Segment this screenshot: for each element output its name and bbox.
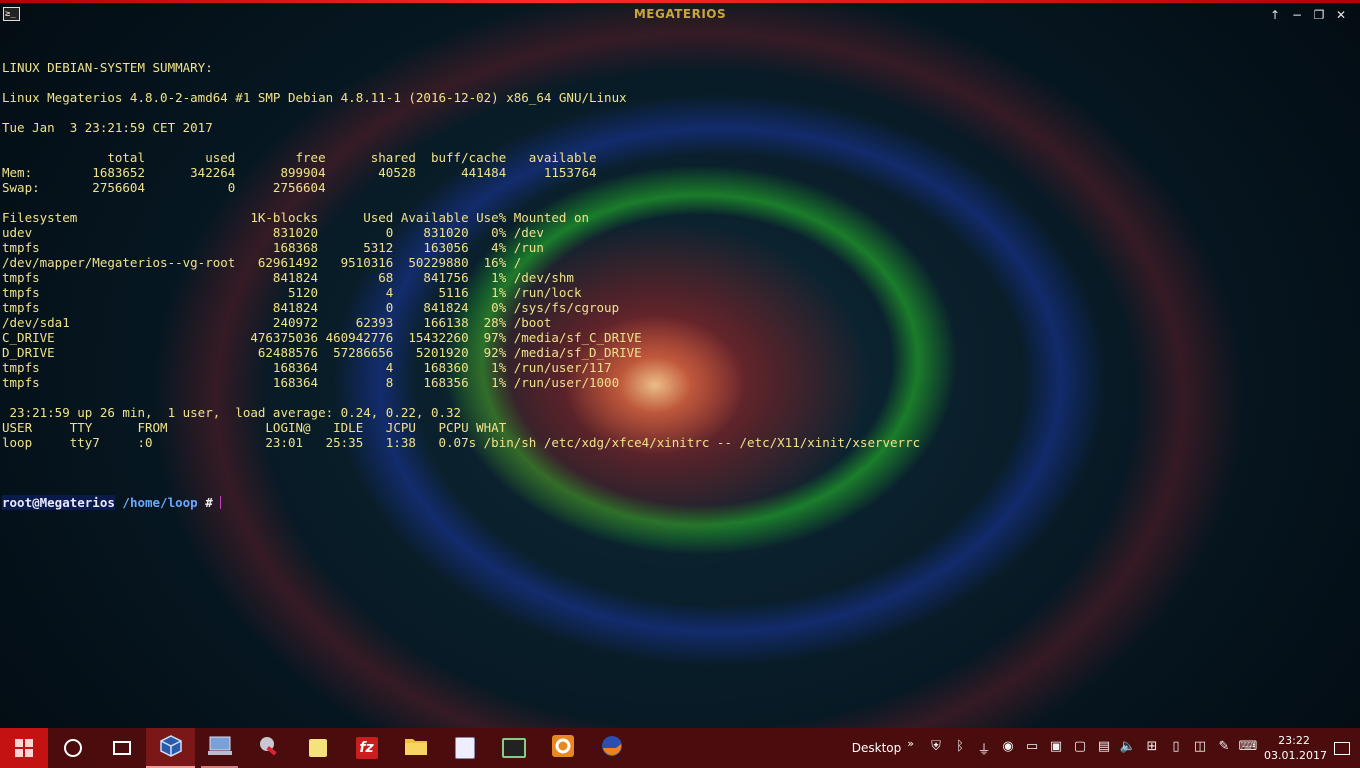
window-controls: ↑ − ❐ ✕ xyxy=(1264,6,1352,24)
action-center-button[interactable] xyxy=(1324,741,1360,755)
windows-logo-icon xyxy=(15,739,33,757)
search-ring-icon xyxy=(63,739,82,757)
usb-icon[interactable]: ⏚ xyxy=(972,739,996,758)
tools-icon xyxy=(257,734,281,762)
network-icon[interactable]: ⊞ xyxy=(1140,739,1164,758)
terminal-line: Swap: 2756604 0 2756604 xyxy=(2,180,326,195)
terminal-line: USER TTY FROM LOGIN@ IDLE JCPU PCPU WHAT xyxy=(2,420,507,435)
desktop-toolbar-label[interactable]: Desktop xyxy=(852,741,902,755)
battery-icon[interactable]: ▯ xyxy=(1164,739,1188,758)
terminal-line: LINUX DEBIAN-SYSTEM SUMMARY: xyxy=(2,60,213,75)
terminal-line: Linux Megaterios 4.8.0-2-amd64 #1 SMP De… xyxy=(2,90,627,105)
terminal-line: 23:21:59 up 26 min, 1 user, load average… xyxy=(2,405,462,420)
terminal-line: C_DRIVE 476375036 460942776 15432260 97%… xyxy=(2,330,642,345)
terminal-icon xyxy=(501,738,526,758)
taskbar-task-view[interactable] xyxy=(97,728,146,768)
computer-icon xyxy=(207,734,233,762)
prompt-symbol: # xyxy=(205,495,213,510)
security-icon[interactable]: ▤ xyxy=(1092,739,1116,758)
screen-icon[interactable]: ▢ xyxy=(1068,739,1092,758)
maximize-button[interactable]: ❐ xyxy=(1308,6,1330,24)
virtualbox-icon xyxy=(159,734,183,762)
bluetooth-icon[interactable]: ᛒ xyxy=(948,739,972,758)
taskbar-terminal-app[interactable] xyxy=(489,728,538,768)
tray-icons: ⛨ ᛒ ⏚ ◉ ▭ ▣ ▢ ▤ 🔈 ⊞ ▯ ◫ ✎ ⌨ xyxy=(924,739,1260,758)
terminal-line: D_DRIVE 62488576 57286656 5201920 92% /m… xyxy=(2,345,642,360)
task-view-icon xyxy=(112,741,131,755)
always-on-top-button[interactable]: ↑ xyxy=(1264,6,1286,24)
minimize-button[interactable]: − xyxy=(1286,6,1308,24)
folder-icon xyxy=(404,735,428,761)
taskbar-tool-app[interactable] xyxy=(244,728,293,768)
notification-icon xyxy=(1334,741,1350,755)
gear-icon xyxy=(551,734,575,762)
taskbar-firefox[interactable] xyxy=(587,728,636,768)
picture-icon xyxy=(454,737,475,759)
terminal-line: udev 831020 0 831020 0% /dev xyxy=(2,225,544,240)
taskbar-sticky-notes[interactable] xyxy=(293,728,342,768)
terminal-line: loop tty7 :0 23:01 25:35 1:38 0.07s /bin… xyxy=(2,435,921,450)
terminal-output[interactable]: LINUX DEBIAN-SYSTEM SUMMARY: Linux Megate… xyxy=(2,30,1360,525)
taskbar-file-explorer[interactable] xyxy=(391,728,440,768)
terminal-line: /dev/mapper/Megaterios--vg-root 62961492… xyxy=(2,255,522,270)
taskbar-settings-app[interactable] xyxy=(538,728,587,768)
terminal-line: tmpfs 5120 4 5116 1% /run/lock xyxy=(2,285,582,300)
wifi-icon[interactable]: ◫ xyxy=(1188,739,1212,758)
system-tray: Desktop » ⛨ ᛒ ⏚ ◉ ▭ ▣ ▢ ▤ 🔈 ⊞ ▯ ◫ ✎ ⌨ 23:22 03.01.201… xyxy=(852,728,1360,768)
firefox-icon xyxy=(600,734,624,762)
taskbar-photos[interactable] xyxy=(440,728,489,768)
terminal-line: tmpfs 168364 4 168360 1% /run/user/117 xyxy=(2,360,612,375)
keyboard-icon[interactable]: ⌨ xyxy=(1236,739,1260,758)
record-icon[interactable]: ◉ xyxy=(996,739,1020,758)
clock-time: 23:22 xyxy=(1278,734,1310,747)
terminal-line: tmpfs 841824 0 841824 0% /sys/fs/cgroup xyxy=(2,300,620,315)
terminal-prompt[interactable]: root@Megaterios /home/loop # xyxy=(2,495,1360,510)
start-button[interactable] xyxy=(0,728,48,768)
terminal-line: Filesystem 1K-blocks Used Available Use%… xyxy=(2,210,589,225)
monitor-icon[interactable]: ▭ xyxy=(1020,739,1044,758)
shield-icon[interactable]: ⛨ xyxy=(924,739,948,758)
prompt-user-host: root@Megaterios xyxy=(2,495,115,510)
taskbar-virtualbox[interactable] xyxy=(146,728,195,768)
display-icon[interactable]: ▣ xyxy=(1044,739,1068,758)
prompt-path: /home/loop xyxy=(122,495,198,510)
taskbar-cortana-search[interactable] xyxy=(48,728,97,768)
pen-icon[interactable]: ✎ xyxy=(1212,739,1236,758)
terminal-line: tmpfs 168368 5312 163056 4% /run xyxy=(2,240,544,255)
terminal-line: tmpfs 841824 68 841756 1% /dev/shm xyxy=(2,270,574,285)
sticky-note-icon xyxy=(308,739,327,757)
taskbar-apps: fz xyxy=(48,728,636,768)
volume-icon[interactable]: 🔈 xyxy=(1116,739,1140,758)
close-button[interactable]: ✕ xyxy=(1330,6,1352,24)
terminal-line: tmpfs 168364 8 168356 1% /run/user/1000 xyxy=(2,375,620,390)
clock-date: 03.01.2017 xyxy=(1264,749,1327,762)
terminal-line: /dev/sda1 240972 62393 166138 28% /boot xyxy=(2,315,552,330)
taskbar: fz Desktop » ⛨ ᛒ ⏚ ◉ ▭ ▣ ▢ ▤ 🔈 ⊞ ▯ ◫ ✎ ⌨ 23:22 03.01.… xyxy=(0,728,1360,768)
taskbar-clock[interactable]: 23:22 03.01.2017 xyxy=(1264,733,1327,763)
taskbar-filezilla[interactable]: fz xyxy=(342,728,391,768)
terminal-line: Mem: 1683652 342264 899904 40528 441484 … xyxy=(2,165,597,180)
filezilla-icon: fz xyxy=(355,737,378,759)
terminal-lines: LINUX DEBIAN-SYSTEM SUMMARY: Linux Megate… xyxy=(2,60,1360,465)
window-titlebar[interactable]: ≥_ MEGATERIOS ↑ − ❐ ✕ xyxy=(0,3,1360,29)
text-cursor xyxy=(220,496,222,509)
window-title: MEGATERIOS xyxy=(633,7,727,21)
taskbar-virtual-machine[interactable] xyxy=(195,728,244,768)
desktop-toolbar-chevron[interactable]: » xyxy=(907,737,914,750)
terminal-line: total used free shared buff/cache availa… xyxy=(2,150,597,165)
terminal-line: Tue Jan 3 23:21:59 CET 2017 xyxy=(2,120,213,135)
